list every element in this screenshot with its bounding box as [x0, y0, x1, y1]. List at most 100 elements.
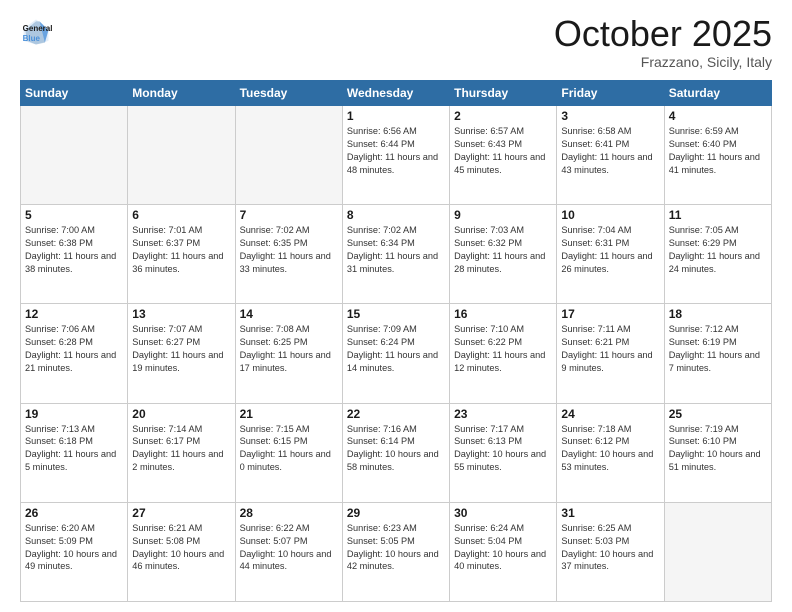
day-info: Sunrise: 7:00 AMSunset: 6:38 PMDaylight:…	[25, 224, 123, 276]
day-cell: 30 Sunrise: 6:24 AMSunset: 5:04 PMDayligh…	[450, 502, 557, 601]
day-cell: 19 Sunrise: 7:13 AMSunset: 6:18 PMDayligh…	[21, 403, 128, 502]
day-number: 18	[669, 307, 767, 321]
day-info: Sunrise: 7:02 AMSunset: 6:35 PMDaylight:…	[240, 224, 338, 276]
day-info: Sunrise: 6:25 AMSunset: 5:03 PMDaylight:…	[561, 522, 659, 574]
title-block: October 2025 Frazzano, Sicily, Italy	[554, 16, 772, 70]
day-number: 22	[347, 407, 445, 421]
week-row-2: 12Sunrise: 7:06 AMSunset: 6:28 PMDayligh…	[21, 304, 772, 403]
day-number: 17	[561, 307, 659, 321]
day-number: 9	[454, 208, 552, 222]
day-info: Sunrise: 7:05 AMSunset: 6:29 PMDaylight:…	[669, 224, 767, 276]
day-cell: 14Sunrise: 7:08 AMSunset: 6:25 PMDayligh…	[235, 304, 342, 403]
day-number: 3	[561, 109, 659, 123]
day-cell: 15 Sunrise: 7:09 AMSunset: 6:24 PMDayligh…	[342, 304, 449, 403]
week-row-0: 1 Sunrise: 6:56 AMSunset: 6:44 PMDaylight…	[21, 106, 772, 205]
month-title: October 2025	[554, 16, 772, 52]
day-info: Sunrise: 6:22 AMSunset: 5:07 PMDaylight:…	[240, 522, 338, 574]
day-info: Sunrise: 7:14 AMSunset: 6:17 PMDaylight:…	[132, 423, 230, 475]
day-cell: 4 Sunrise: 6:59 AMSunset: 6:40 PMDaylight…	[664, 106, 771, 205]
day-info: Sunrise: 6:56 AMSunset: 6:44 PMDaylight:…	[347, 125, 445, 177]
day-number: 20	[132, 407, 230, 421]
day-number: 19	[25, 407, 123, 421]
day-number: 24	[561, 407, 659, 421]
location: Frazzano, Sicily, Italy	[554, 54, 772, 70]
day-cell: 20 Sunrise: 7:14 AMSunset: 6:17 PMDayligh…	[128, 403, 235, 502]
day-info: Sunrise: 6:21 AMSunset: 5:08 PMDaylight:…	[132, 522, 230, 574]
day-cell: 9 Sunrise: 7:03 AMSunset: 6:32 PMDaylight…	[450, 205, 557, 304]
day-info: Sunrise: 6:58 AMSunset: 6:41 PMDaylight:…	[561, 125, 659, 177]
day-number: 2	[454, 109, 552, 123]
day-info: Sunrise: 7:09 AMSunset: 6:24 PMDaylight:…	[347, 323, 445, 375]
day-number: 28	[240, 506, 338, 520]
day-cell: 13 Sunrise: 7:07 AMSunset: 6:27 PMDayligh…	[128, 304, 235, 403]
day-cell: 26Sunrise: 6:20 AMSunset: 5:09 PMDayligh…	[21, 502, 128, 601]
day-cell: 27 Sunrise: 6:21 AMSunset: 5:08 PMDayligh…	[128, 502, 235, 601]
day-cell: 25Sunrise: 7:19 AMSunset: 6:10 PMDayligh…	[664, 403, 771, 502]
day-cell: 22 Sunrise: 7:16 AMSunset: 6:14 PMDayligh…	[342, 403, 449, 502]
day-number: 7	[240, 208, 338, 222]
day-cell: 16 Sunrise: 7:10 AMSunset: 6:22 PMDayligh…	[450, 304, 557, 403]
day-cell: 10Sunrise: 7:04 AMSunset: 6:31 PMDayligh…	[557, 205, 664, 304]
day-cell: 28 Sunrise: 6:22 AMSunset: 5:07 PMDayligh…	[235, 502, 342, 601]
day-number: 21	[240, 407, 338, 421]
day-cell: 29 Sunrise: 6:23 AMSunset: 5:05 PMDayligh…	[342, 502, 449, 601]
col-header-monday: Monday	[128, 81, 235, 106]
day-info: Sunrise: 7:03 AMSunset: 6:32 PMDaylight:…	[454, 224, 552, 276]
day-info: Sunrise: 7:01 AMSunset: 6:37 PMDaylight:…	[132, 224, 230, 276]
day-info: Sunrise: 7:18 AMSunset: 6:12 PMDaylight:…	[561, 423, 659, 475]
day-info: Sunrise: 6:59 AMSunset: 6:40 PMDaylight:…	[669, 125, 767, 177]
day-cell: 11 Sunrise: 7:05 AMSunset: 6:29 PMDayligh…	[664, 205, 771, 304]
day-cell: 12Sunrise: 7:06 AMSunset: 6:28 PMDayligh…	[21, 304, 128, 403]
day-number: 12	[25, 307, 123, 321]
col-header-saturday: Saturday	[664, 81, 771, 106]
day-info: Sunrise: 7:10 AMSunset: 6:22 PMDaylight:…	[454, 323, 552, 375]
day-cell: 2 Sunrise: 6:57 AMSunset: 6:43 PMDaylight…	[450, 106, 557, 205]
day-cell: 17Sunrise: 7:11 AMSunset: 6:21 PMDayligh…	[557, 304, 664, 403]
day-info: Sunrise: 7:16 AMSunset: 6:14 PMDaylight:…	[347, 423, 445, 475]
svg-text:Blue: Blue	[23, 34, 41, 43]
day-cell: 8Sunrise: 7:02 AMSunset: 6:34 PMDaylight…	[342, 205, 449, 304]
day-cell: 18Sunrise: 7:12 AMSunset: 6:19 PMDayligh…	[664, 304, 771, 403]
day-number: 25	[669, 407, 767, 421]
day-number: 4	[669, 109, 767, 123]
header: General Blue October 2025 Frazzano, Sici…	[20, 16, 772, 70]
logo-icon: General Blue	[20, 16, 52, 48]
day-cell: 31Sunrise: 6:25 AMSunset: 5:03 PMDayligh…	[557, 502, 664, 601]
day-info: Sunrise: 7:15 AMSunset: 6:15 PMDaylight:…	[240, 423, 338, 475]
day-cell: 23 Sunrise: 7:17 AMSunset: 6:13 PMDayligh…	[450, 403, 557, 502]
day-number: 11	[669, 208, 767, 222]
day-number: 27	[132, 506, 230, 520]
day-cell: 7 Sunrise: 7:02 AMSunset: 6:35 PMDaylight…	[235, 205, 342, 304]
day-number: 30	[454, 506, 552, 520]
day-number: 1	[347, 109, 445, 123]
svg-text:General: General	[23, 24, 52, 33]
day-cell: 1 Sunrise: 6:56 AMSunset: 6:44 PMDaylight…	[342, 106, 449, 205]
day-cell	[21, 106, 128, 205]
day-number: 5	[25, 208, 123, 222]
col-header-tuesday: Tuesday	[235, 81, 342, 106]
day-number: 16	[454, 307, 552, 321]
day-number: 29	[347, 506, 445, 520]
day-cell: 3 Sunrise: 6:58 AMSunset: 6:41 PMDaylight…	[557, 106, 664, 205]
calendar-table: SundayMondayTuesdayWednesdayThursdayFrid…	[20, 80, 772, 602]
day-cell: 21 Sunrise: 7:15 AMSunset: 6:15 PMDayligh…	[235, 403, 342, 502]
day-number: 23	[454, 407, 552, 421]
col-header-thursday: Thursday	[450, 81, 557, 106]
day-number: 15	[347, 307, 445, 321]
week-row-4: 26Sunrise: 6:20 AMSunset: 5:09 PMDayligh…	[21, 502, 772, 601]
day-info: Sunrise: 7:17 AMSunset: 6:13 PMDaylight:…	[454, 423, 552, 475]
header-row: SundayMondayTuesdayWednesdayThursdayFrid…	[21, 81, 772, 106]
day-info: Sunrise: 7:07 AMSunset: 6:27 PMDaylight:…	[132, 323, 230, 375]
week-row-1: 5 Sunrise: 7:00 AMSunset: 6:38 PMDaylight…	[21, 205, 772, 304]
day-info: Sunrise: 7:13 AMSunset: 6:18 PMDaylight:…	[25, 423, 123, 475]
day-info: Sunrise: 6:24 AMSunset: 5:04 PMDaylight:…	[454, 522, 552, 574]
day-info: Sunrise: 6:57 AMSunset: 6:43 PMDaylight:…	[454, 125, 552, 177]
day-info: Sunrise: 6:23 AMSunset: 5:05 PMDaylight:…	[347, 522, 445, 574]
col-header-friday: Friday	[557, 81, 664, 106]
day-number: 10	[561, 208, 659, 222]
day-number: 6	[132, 208, 230, 222]
day-info: Sunrise: 7:08 AMSunset: 6:25 PMDaylight:…	[240, 323, 338, 375]
day-number: 13	[132, 307, 230, 321]
week-row-3: 19 Sunrise: 7:13 AMSunset: 6:18 PMDayligh…	[21, 403, 772, 502]
day-cell	[664, 502, 771, 601]
